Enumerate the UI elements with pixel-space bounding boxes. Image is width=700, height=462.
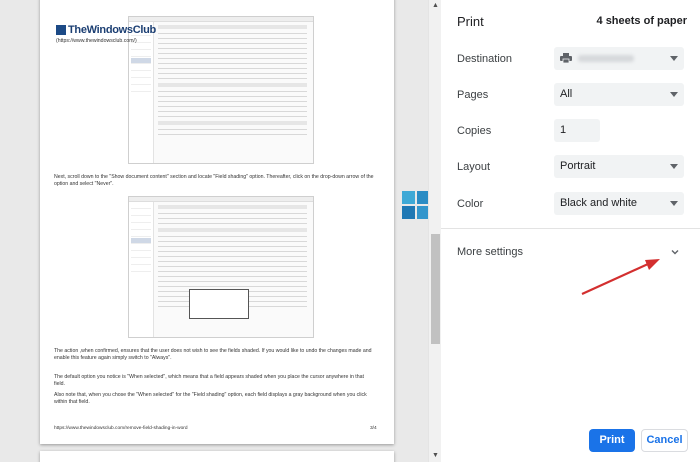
copies-input[interactable]: 1 — [554, 119, 600, 142]
chevron-down-icon[interactable] — [670, 247, 680, 257]
preview-screenshot-word-options — [128, 16, 314, 164]
preview-scrollbar[interactable]: ▲ ▼ — [428, 0, 441, 462]
layout-label: Layout — [457, 161, 491, 173]
layout-select[interactable]: Portrait — [554, 155, 684, 178]
sheet-count: 4 sheets of paper — [596, 15, 687, 27]
destination-select[interactable] — [554, 47, 684, 70]
preview-page-number: 3/4 — [370, 426, 377, 431]
chevron-down-icon — [670, 92, 678, 97]
preview-footer-url: https://www.thewindowsclub.com/remove-fi… — [54, 426, 188, 431]
layout-value: Portrait — [560, 160, 596, 172]
more-settings-toggle[interactable]: More settings — [457, 246, 523, 258]
chevron-down-icon — [670, 56, 678, 61]
cancel-button[interactable]: Cancel — [641, 429, 688, 452]
preview-paragraph: Also note that, when you chose the "When… — [54, 392, 367, 405]
preview-page: TheWindowsClub (https://www.thewindowscl… — [40, 0, 428, 444]
panel-title: Print — [457, 14, 484, 29]
pages-label: Pages — [457, 89, 489, 101]
print-settings-panel: Print 4 sheets of paper Destination Page… — [441, 0, 700, 462]
copies-label: Copies — [457, 125, 492, 137]
color-label: Color — [457, 198, 484, 210]
pages-value: All — [560, 88, 573, 100]
scroll-thumb[interactable] — [431, 234, 440, 344]
watermark-url: (https://www.thewindowsclub.com/) — [56, 38, 137, 44]
microsoft-logo — [402, 191, 428, 219]
print-button[interactable]: Print — [589, 429, 635, 452]
section-divider — [441, 228, 700, 229]
pages-select[interactable]: All — [554, 83, 684, 106]
preview-paragraph: The default option you notice is "When s… — [54, 374, 364, 387]
destination-name-redacted — [578, 55, 634, 62]
color-value: Black and white — [560, 197, 638, 209]
preview-paragraph: Next, scroll down to the "Show document … — [54, 174, 374, 187]
color-select[interactable]: Black and white — [554, 192, 684, 215]
preview-paragraph: The action ,when confirmed, ensures that… — [54, 348, 372, 361]
destination-label: Destination — [457, 53, 513, 65]
thewindowsclub-logo: TheWindowsClub — [56, 24, 156, 36]
print-preview: TheWindowsClub (https://www.thewindowscl… — [0, 0, 428, 462]
preview-next-page — [40, 451, 394, 462]
chevron-down-icon — [670, 201, 678, 206]
chevron-down-icon — [670, 164, 678, 169]
printer-icon — [560, 53, 572, 63]
preview-screenshot-field-shading — [128, 196, 314, 338]
